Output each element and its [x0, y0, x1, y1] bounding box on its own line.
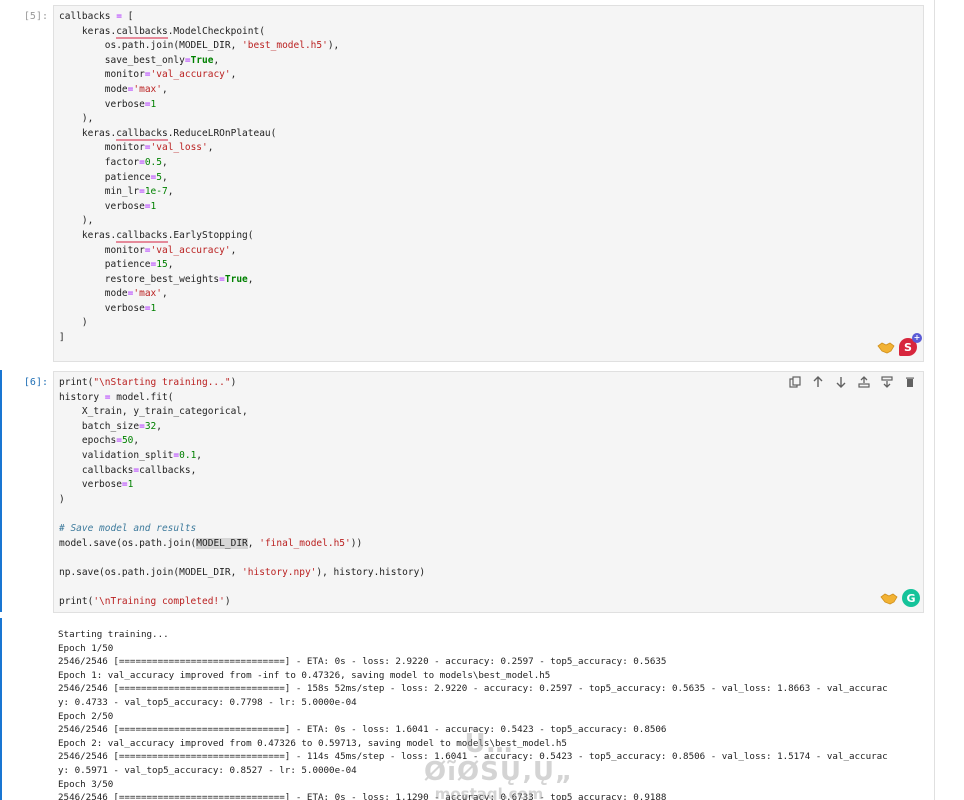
- code-line[interactable]: monitor='val_accuracy',: [59, 68, 339, 83]
- copy-icon[interactable]: [788, 375, 802, 389]
- right-scroll-rail: [934, 0, 935, 800]
- code-line[interactable]: monitor='val_accuracy',: [59, 244, 339, 259]
- code-line[interactable]: patience=5,: [59, 171, 339, 186]
- output-line: Epoch 3/50: [58, 778, 114, 790]
- output-line: Epoch 1/50: [58, 642, 114, 654]
- output-line: 2546/2546 [=============================…: [58, 656, 667, 668]
- code-line[interactable]: mode='max',: [59, 83, 339, 98]
- cell-selection-bar: [0, 618, 2, 800]
- handshake-icon[interactable]: [880, 591, 898, 605]
- extension-s-icon[interactable]: S +: [899, 333, 922, 356]
- code-editor[interactable]: print("\nStarting training...") history =…: [53, 371, 924, 613]
- code-cell-5[interactable]: [5]: callbacks = [ keras.callbacks.Model…: [0, 0, 934, 362]
- code-line[interactable]: verbose=1: [59, 478, 425, 493]
- code-line[interactable]: save_best_only=True,: [59, 54, 339, 69]
- cell-toolbar: [788, 375, 917, 389]
- code-line[interactable]: patience=15,: [59, 258, 339, 273]
- code-line[interactable]: verbose=1: [59, 200, 339, 215]
- code-line[interactable]: ): [59, 316, 339, 331]
- code-line[interactable]: # Save model and results: [59, 522, 425, 537]
- code-line[interactable]: batch_size=32,: [59, 420, 425, 435]
- code-line[interactable]: history = model.fit(: [59, 391, 425, 406]
- code-line[interactable]: ),: [59, 214, 339, 229]
- code-line[interactable]: factor=0.5,: [59, 156, 339, 171]
- code-line[interactable]: ​: [59, 507, 425, 522]
- notebook-page: [5]: callbacks = [ keras.callbacks.Model…: [0, 0, 964, 800]
- editor-extension-badges: S +: [877, 333, 922, 356]
- code-line[interactable]: callbacks=callbacks,: [59, 464, 425, 479]
- grammarly-icon[interactable]: G: [902, 589, 920, 607]
- code-editor[interactable]: callbacks = [ keras.callbacks.ModelCheck…: [53, 5, 924, 362]
- code-line[interactable]: epochs=50,: [59, 434, 425, 449]
- code-line[interactable]: mode='max',: [59, 287, 339, 302]
- code-text[interactable]: print("\nStarting training...") history =…: [59, 376, 425, 610]
- output-line: y: 0.5971 - val_top5_accuracy: 0.8527 - …: [58, 764, 357, 776]
- code-line[interactable]: ]: [59, 331, 339, 346]
- output-area: Starting training... Epoch 1/50 2546/2546 …: [0, 618, 934, 800]
- insert-above-icon[interactable]: [857, 375, 871, 389]
- code-line[interactable]: print('\nTraining completed!'): [59, 595, 425, 610]
- code-line[interactable]: restore_best_weights=True,: [59, 273, 339, 288]
- code-line[interactable]: validation_split=0.1,: [59, 449, 425, 464]
- output-line: Starting training...: [58, 629, 169, 640]
- output-line: 2546/2546 [=============================…: [58, 683, 888, 695]
- grammarly-letter: G: [906, 591, 916, 605]
- code-line[interactable]: min_lr=1e-7,: [59, 185, 339, 200]
- output-line: y: 0.4733 - val_top5_accuracy: 0.7798 - …: [58, 696, 357, 708]
- cell-prompt: [6]:: [23, 377, 48, 388]
- code-line[interactable]: verbose=1: [59, 98, 339, 113]
- code-line[interactable]: ​: [59, 580, 425, 595]
- output-line: 2546/2546 [=============================…: [58, 751, 888, 763]
- delete-icon[interactable]: [903, 375, 917, 389]
- code-line[interactable]: monitor='val_loss',: [59, 141, 339, 156]
- code-line[interactable]: keras.callbacks.EarlyStopping(: [59, 229, 339, 244]
- code-cell-6[interactable]: [6]: print("\nStarting training...") hist…: [0, 370, 934, 613]
- code-line[interactable]: ),: [59, 112, 339, 127]
- code-line[interactable]: ): [59, 493, 425, 508]
- plus-badge-icon: +: [912, 333, 922, 343]
- output-text: Starting training... Epoch 1/50 2546/2546 …: [58, 628, 888, 800]
- code-line[interactable]: ​: [59, 551, 425, 566]
- code-text[interactable]: callbacks = [ keras.callbacks.ModelCheck…: [59, 10, 339, 346]
- code-line[interactable]: keras.callbacks.ModelCheckpoint(: [59, 25, 339, 40]
- code-line[interactable]: keras.callbacks.ReduceLROnPlateau(: [59, 127, 339, 142]
- code-line[interactable]: callbacks = [: [59, 10, 339, 25]
- code-line[interactable]: model.save(os.path.join(MODEL_DIR, 'fina…: [59, 537, 425, 552]
- code-line[interactable]: verbose=1: [59, 302, 339, 317]
- code-line[interactable]: np.save(os.path.join(MODEL_DIR, 'history…: [59, 566, 425, 581]
- cell-selection-bar: [0, 370, 2, 612]
- output-line: Epoch 2/50: [58, 710, 114, 722]
- editor-extension-badges: G: [880, 589, 920, 607]
- output-line: 2546/2546 [=============================…: [58, 792, 667, 800]
- extension-letter: S: [904, 340, 912, 354]
- code-line[interactable]: os.path.join(MODEL_DIR, 'best_model.h5')…: [59, 39, 340, 54]
- cell-prompt: [5]:: [23, 11, 48, 22]
- output-line: Epoch 2: val_accuracy improved from 0.47…: [58, 737, 567, 749]
- code-line[interactable]: print("\nStarting training..."): [59, 376, 425, 391]
- handshake-icon[interactable]: [877, 340, 895, 354]
- insert-below-icon[interactable]: [880, 375, 894, 389]
- code-line[interactable]: X_train, y_train_categorical,: [59, 405, 425, 420]
- arrow-down-icon[interactable]: [834, 375, 848, 389]
- arrow-up-icon[interactable]: [811, 375, 825, 389]
- output-line: 2546/2546 [=============================…: [58, 724, 667, 736]
- output-line: Epoch 1: val_accuracy improved from -inf…: [58, 669, 551, 681]
